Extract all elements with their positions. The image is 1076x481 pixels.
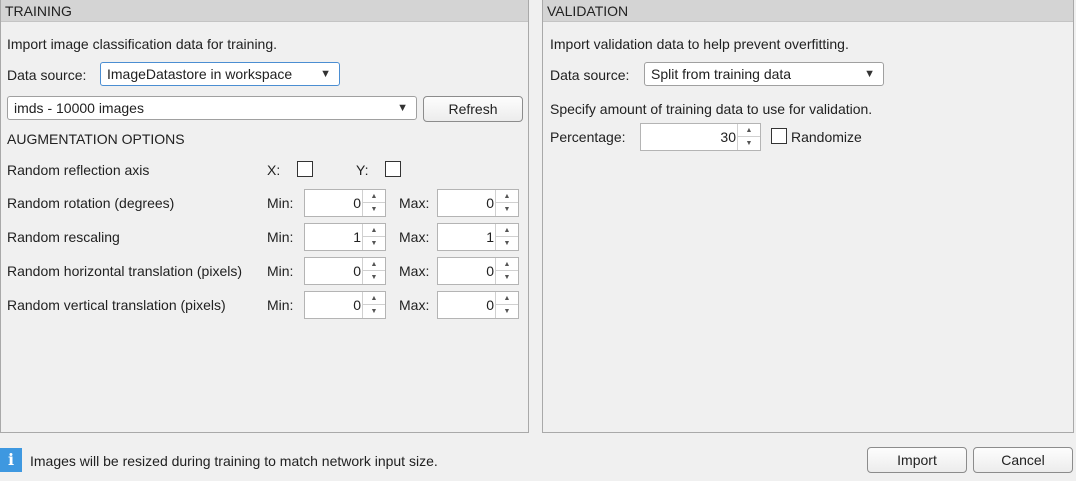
arrow-up-icon[interactable]: ▲ [363, 258, 385, 271]
vertical-translation-min-stepper[interactable]: 0 ▲ ▼ [304, 291, 386, 319]
datastore-value: imds - 10000 images [14, 100, 144, 116]
arrow-down-icon[interactable]: ▼ [363, 237, 385, 250]
vertical-translation-max-value: 0 [486, 297, 494, 313]
arrow-down-icon[interactable]: ▼ [738, 137, 760, 150]
validation-intro: Import validation data to help prevent o… [550, 36, 849, 52]
arrow-up-icon[interactable]: ▲ [496, 258, 518, 271]
rescaling-max-stepper[interactable]: 1 ▲ ▼ [437, 223, 519, 251]
horizontal-translation-min-stepper[interactable]: 0 ▲ ▼ [304, 257, 386, 285]
rescaling-min-label: Min: [267, 229, 294, 245]
arrow-up-icon[interactable]: ▲ [496, 224, 518, 237]
training-data-source-value: ImageDatastore in workspace [107, 66, 293, 82]
validation-panel: VALIDATION Import validation data to hel… [542, 0, 1074, 433]
validation-header: VALIDATION [543, 0, 1073, 22]
info-text: Images will be resized during training t… [30, 453, 438, 469]
arrow-up-icon[interactable]: ▲ [363, 292, 385, 305]
arrow-down-icon[interactable]: ▼ [496, 237, 518, 250]
training-intro: Import image classification data for tra… [7, 36, 278, 52]
arrow-up-icon[interactable]: ▲ [496, 190, 518, 203]
reflection-x-checkbox[interactable] [297, 161, 313, 177]
rotation-min-label: Min: [267, 195, 294, 211]
arrow-up-icon[interactable]: ▲ [363, 190, 385, 203]
reflection-y-checkbox[interactable] [385, 161, 401, 177]
rotation-max-value: 0 [486, 195, 494, 211]
randomize-label: Randomize [791, 129, 862, 145]
training-data-source-label: Data source: [7, 67, 87, 83]
rotation-max-label: Max: [399, 195, 430, 211]
rescaling-max-value: 1 [486, 229, 494, 245]
percentage-value: 30 [720, 129, 736, 145]
reflection-x-label: X: [267, 162, 281, 178]
vertical-translation-min-value: 0 [353, 297, 361, 313]
rescaling-label: Random rescaling [7, 229, 120, 245]
reflection-y-label: Y: [356, 162, 369, 178]
validation-data-source-dropdown[interactable]: Split from training data ▼ [644, 62, 884, 86]
horizontal-translation-label: Random horizontal translation (pixels) [7, 263, 242, 279]
validation-data-source-value: Split from training data [651, 66, 792, 82]
arrow-up-icon[interactable]: ▲ [496, 292, 518, 305]
arrow-down-icon[interactable]: ▼ [363, 305, 385, 318]
horizontal-translation-max-label: Max: [399, 263, 430, 279]
arrow-down-icon[interactable]: ▼ [496, 203, 518, 216]
reflection-label: Random reflection axis [7, 162, 150, 178]
validation-specify-text: Specify amount of training data to use f… [550, 101, 873, 117]
horizontal-translation-max-value: 0 [486, 263, 494, 279]
arrow-down-icon[interactable]: ▼ [363, 203, 385, 216]
refresh-button[interactable]: Refresh [423, 96, 523, 122]
rotation-label: Random rotation (degrees) [7, 195, 175, 211]
horizontal-translation-max-stepper[interactable]: 0 ▲ ▼ [437, 257, 519, 285]
randomize-checkbox[interactable] [771, 128, 787, 144]
training-data-source-dropdown[interactable]: ImageDatastore in workspace ▼ [100, 62, 340, 86]
vertical-translation-min-label: Min: [267, 297, 294, 313]
vertical-translation-label: Random vertical translation (pixels) [7, 297, 226, 313]
augmentation-title: AUGMENTATION OPTIONS [7, 131, 185, 147]
validation-data-source-label: Data source: [550, 67, 630, 83]
rotation-max-stepper[interactable]: 0 ▲ ▼ [437, 189, 519, 217]
training-header: TRAINING [1, 0, 528, 22]
chevron-down-icon: ▼ [320, 68, 331, 80]
rescaling-min-value: 1 [353, 229, 361, 245]
rotation-min-value: 0 [353, 195, 361, 211]
chevron-down-icon: ▼ [397, 102, 408, 114]
training-panel: TRAINING Import image classification dat… [0, 0, 529, 433]
rescaling-min-stepper[interactable]: 1 ▲ ▼ [304, 223, 386, 251]
chevron-down-icon: ▼ [864, 68, 875, 80]
datastore-dropdown[interactable]: imds - 10000 images ▼ [7, 96, 417, 120]
vertical-translation-max-stepper[interactable]: 0 ▲ ▼ [437, 291, 519, 319]
vertical-translation-max-label: Max: [399, 297, 430, 313]
arrow-up-icon[interactable]: ▲ [738, 124, 760, 137]
import-button[interactable]: Import [867, 447, 967, 473]
arrow-down-icon[interactable]: ▼ [496, 271, 518, 284]
arrow-down-icon[interactable]: ▼ [496, 305, 518, 318]
arrow-down-icon[interactable]: ▼ [363, 271, 385, 284]
horizontal-translation-min-value: 0 [353, 263, 361, 279]
horizontal-translation-min-label: Min: [267, 263, 294, 279]
cancel-button[interactable]: Cancel [973, 447, 1073, 473]
percentage-label: Percentage: [550, 129, 626, 145]
info-icon: i [0, 448, 22, 472]
rescaling-max-label: Max: [399, 229, 430, 245]
rotation-min-stepper[interactable]: 0 ▲ ▼ [304, 189, 386, 217]
percentage-stepper[interactable]: 30 ▲ ▼ [640, 123, 761, 151]
arrow-up-icon[interactable]: ▲ [363, 224, 385, 237]
